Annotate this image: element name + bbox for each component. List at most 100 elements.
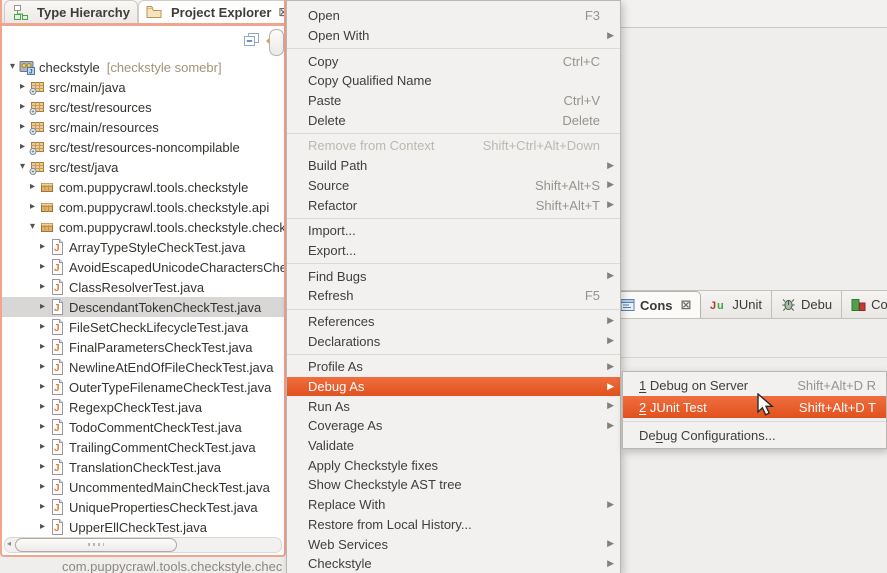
menu-item-label: Build Path [308,158,600,173]
menu-item-shortcut: Ctrl+V [564,93,600,108]
menu-item-build-path[interactable]: Build Path▶ [287,156,620,176]
tree-collapsed-arrow-icon[interactable]: ▸ [26,197,39,217]
tree-collapsed-arrow-icon[interactable]: ▸ [36,497,49,517]
menu-item-show-checkstyle-ast-tree[interactable]: Show Checkstyle AST tree [287,475,620,495]
status-bar-text: com.puppycrawl.tools.checkstyle.checks.D… [62,559,282,573]
tree-expanded-arrow-icon[interactable]: ▾ [16,157,29,177]
menu-item-open-with[interactable]: Open With▶ [287,26,620,46]
view-tab-cover[interactable]: Cover [842,291,887,318]
tree-item-label: FileSetCheckLifecycleTest.java [69,320,248,335]
menu-item-export[interactable]: Export... [287,241,620,261]
close-icon[interactable]: ⊠ [278,5,286,19]
view-tab-label: JUnit [732,297,762,312]
menu-item-profile-as[interactable]: Profile As▶ [287,357,620,377]
menu-item-run-as[interactable]: Run As▶ [287,396,620,416]
menu-item-references[interactable]: References▶ [287,312,620,332]
tree-collapsed-arrow-icon[interactable]: ▸ [26,177,39,197]
menu-separator [287,351,620,357]
tree-item-filesetchecklifecycletest-java[interactable]: ▸JFileSetCheckLifecycleTest.java [2,317,284,337]
tree-collapsed-arrow-icon[interactable]: ▸ [36,297,49,317]
tree-collapsed-arrow-icon[interactable]: ▸ [16,117,29,137]
menu-item-paste[interactable]: PasteCtrl+V [287,91,620,111]
tree-item-uniquepropertieschecktest-java[interactable]: ▸JUniquePropertiesCheckTest.java [2,497,284,517]
tree-item-upperellchecktest-java[interactable]: ▸JUpperEllCheckTest.java [2,517,284,537]
horizontal-scrollbar[interactable]: ◂ [4,537,282,553]
tree-collapsed-arrow-icon[interactable]: ▸ [36,377,49,397]
menu-item-refresh[interactable]: RefreshF5 [287,286,620,306]
close-icon[interactable]: ⊠ [681,298,692,313]
submenu-arrow-icon: ▶ [600,271,614,281]
view-tab-junit[interactable]: JuJUnit [701,291,772,318]
tree-item-src-test-resources[interactable]: ▸src/test/resources [2,97,284,117]
menu-item-1-debug-on-server[interactable]: 1 Debug on ServerShift+Alt+D R [623,374,886,396]
tree-collapsed-arrow-icon[interactable]: ▸ [36,337,49,357]
vertical-scrollbar-thumb[interactable] [269,29,284,56]
tree-collapsed-arrow-icon[interactable]: ▸ [36,317,49,337]
tree-item-classresolvertest-java[interactable]: ▸JClassResolverTest.java [2,277,284,297]
tree-item-outertypefilenamechecktest-java[interactable]: ▸JOuterTypeFilenameCheckTest.java [2,377,284,397]
menu-item-declarations[interactable]: Declarations▶ [287,331,620,351]
tree-collapsed-arrow-icon[interactable]: ▸ [16,137,29,157]
tree-item-src-main-resources[interactable]: ▸src/main/resources [2,117,284,137]
tab-type-hierarchy[interactable]: Type Hierarchy [4,0,138,23]
tree-collapsed-arrow-icon[interactable]: ▸ [36,457,49,477]
menu-item-replace-with[interactable]: Replace With▶ [287,495,620,515]
menu-item-checkstyle[interactable]: Checkstyle▶ [287,554,620,573]
menu-item-2-junit-test[interactable]: 2 JUnit TestShift+Alt+D T [623,396,886,418]
tree-expanded-arrow-icon[interactable]: ▾ [26,217,39,237]
tree-collapsed-arrow-icon[interactable]: ▸ [36,437,49,457]
view-tab-debu[interactable]: Debu [772,291,842,318]
tree-item-finalparameterschecktest-java[interactable]: ▸JFinalParametersCheckTest.java [2,337,284,357]
tree-expanded-arrow-icon[interactable]: ▾ [6,57,19,77]
tree-item-src-test-java[interactable]: ▾src/test/java [2,157,284,177]
collapse-all-button[interactable] [242,32,260,50]
tree-collapsed-arrow-icon[interactable]: ▸ [36,237,49,257]
tree-item-trailingcommentchecktest-java[interactable]: ▸JTrailingCommentCheckTest.java [2,437,284,457]
menu-item-web-services[interactable]: Web Services▶ [287,534,620,554]
tree-item-todocommentchecktest-java[interactable]: ▸JTodoCommentCheckTest.java [2,417,284,437]
menu-item-source[interactable]: SourceShift+Alt+S▶ [287,176,620,196]
tree-item-uncommentedmainchecktest-java[interactable]: ▸JUncommentedMainCheckTest.java [2,477,284,497]
tree-item-translationchecktest-java[interactable]: ▸JTranslationCheckTest.java [2,457,284,477]
tree-item-newlineatendoffilechecktest-java[interactable]: ▸JNewlineAtEndOfFileCheckTest.java [2,357,284,377]
menu-item-debug-as[interactable]: Debug As▶ [287,377,620,397]
tree-item-com-puppycrawl-tools-checkstyle-checks[interactable]: ▾com.puppycrawl.tools.checkstyle.checks [2,217,284,237]
menu-item-copy[interactable]: CopyCtrl+C [287,51,620,71]
tree-item-src-test-resources-noncompilable[interactable]: ▸src/test/resources-noncompilable [2,137,284,157]
menu-item-apply-checkstyle-fixes[interactable]: Apply Checkstyle fixes [287,455,620,475]
tree-collapsed-arrow-icon[interactable]: ▸ [16,77,29,97]
tree-item-src-main-java[interactable]: ▸src/main/java [2,77,284,97]
menu-item-debug-configurations[interactable]: Debug Configurations... [623,424,886,446]
tree-item-avoidescapedunicodecharacterschecktest-java[interactable]: ▸JAvoidEscapedUnicodeCharactersCheckTest… [2,257,284,277]
tree-collapsed-arrow-icon[interactable]: ▸ [16,97,29,117]
menu-item-delete[interactable]: DeleteDelete [287,110,620,130]
tree-collapsed-arrow-icon[interactable]: ▸ [36,257,49,277]
tree-item-checkstyle[interactable]: ▾Jcheckstyle[checkstyle somebr] [2,57,284,77]
horizontal-scrollbar-thumb[interactable] [15,538,177,552]
tab-project-explorer[interactable]: Project Explorer ⊠ [138,0,286,23]
tree-collapsed-arrow-icon[interactable]: ▸ [36,517,49,537]
menu-item-validate[interactable]: Validate [287,436,620,456]
java-file-icon: J [49,239,65,255]
tree-collapsed-arrow-icon[interactable]: ▸ [36,397,49,417]
menu-item-coverage-as[interactable]: Coverage As▶ [287,416,620,436]
menu-item-import[interactable]: Import... [287,221,620,241]
tree-collapsed-arrow-icon[interactable]: ▸ [36,277,49,297]
tree-item-com-puppycrawl-tools-checkstyle-api[interactable]: ▸com.puppycrawl.tools.checkstyle.api [2,197,284,217]
tree-item-regexpchecktest-java[interactable]: ▸JRegexpCheckTest.java [2,397,284,417]
tree-collapsed-arrow-icon[interactable]: ▸ [36,357,49,377]
svg-text:J: J [54,243,60,254]
menu-item-find-bugs[interactable]: Find Bugs▶ [287,266,620,286]
tree-collapsed-arrow-icon[interactable]: ▸ [36,417,49,437]
tree-collapsed-arrow-icon[interactable]: ▸ [36,477,49,497]
view-tab-cons[interactable]: Cons⊠ [610,291,701,318]
tree-item-descendanttokenchecktest-java[interactable]: ▸JDescendantTokenCheckTest.java [2,297,284,317]
menu-item-refactor[interactable]: RefactorShift+Alt+T▶ [287,195,620,215]
menu-item-copy-qualified-name[interactable]: Copy Qualified Name [287,71,620,91]
menu-item-label: Import... [308,223,600,238]
menu-item-restore-from-local-history[interactable]: Restore from Local History... [287,515,620,535]
tree-item-com-puppycrawl-tools-checkstyle[interactable]: ▸com.puppycrawl.tools.checkstyle [2,177,284,197]
tree-item-arraytypestylechecktest-java[interactable]: ▸JArrayTypeStyleCheckTest.java [2,237,284,257]
menu-item-open[interactable]: OpenF3 [287,6,620,26]
scroll-left-arrow-icon[interactable]: ◂ [7,539,11,548]
